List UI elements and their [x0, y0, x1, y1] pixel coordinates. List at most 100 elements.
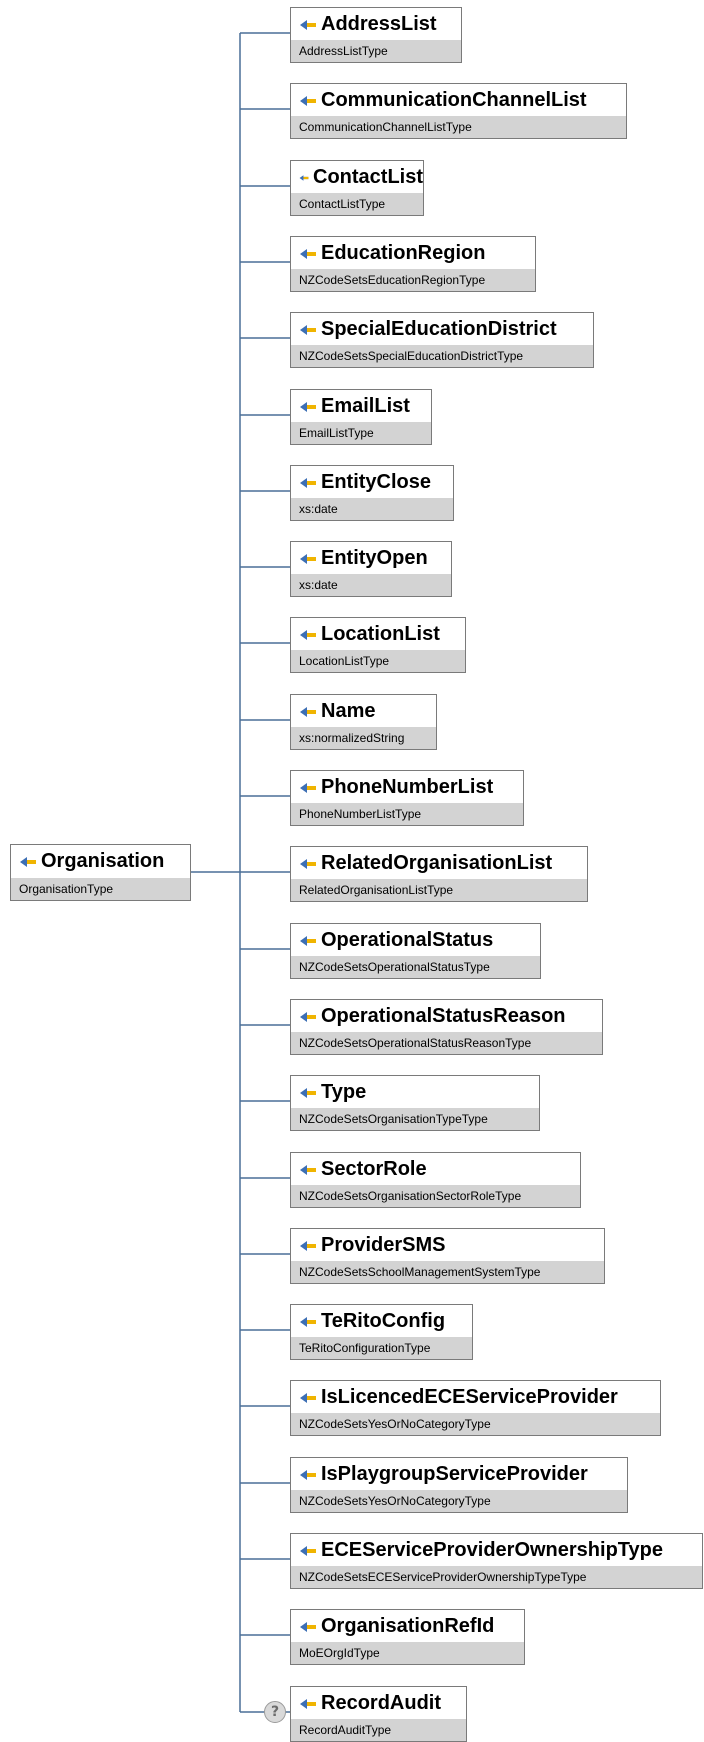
- child-element-header: CommunicationChannelList: [291, 84, 626, 117]
- child-element-header: SpecialEducationDistrict: [291, 313, 593, 346]
- child-element-name: OperationalStatusReason: [321, 1005, 566, 1027]
- child-element-type: CommunicationChannelListType: [291, 116, 626, 138]
- element-icon: [300, 95, 316, 106]
- root-element-header: Organisation: [11, 845, 190, 878]
- child-element-node[interactable]: Type NZCodeSetsOrganisationTypeType: [290, 1075, 540, 1131]
- element-icon: [300, 1621, 316, 1632]
- child-element-type: MoEOrgIdType: [291, 1642, 524, 1664]
- child-element-node[interactable]: TeRitoConfig TeRitoConfigurationType: [290, 1304, 473, 1360]
- child-element-name: CommunicationChannelList: [321, 89, 587, 111]
- child-element-node[interactable]: ProviderSMS NZCodeSetsSchoolManagementSys…: [290, 1228, 605, 1284]
- child-element-name: RelatedOrganisationList: [321, 852, 553, 874]
- child-element-header: OperationalStatusReason: [291, 1000, 602, 1033]
- child-element-type: NZCodeSetsSpecialEducationDistrictType: [291, 345, 593, 367]
- child-element-name: TeRitoConfig: [321, 1310, 446, 1332]
- child-element-node[interactable]: ECEServiceProviderOwnershipType NZCodeSet…: [290, 1533, 703, 1589]
- child-element-node[interactable]: OperationalStatus NZCodeSetsOperationalSt…: [290, 923, 541, 979]
- child-element-name: Type: [321, 1081, 367, 1103]
- child-element-header: ContactList: [291, 161, 423, 194]
- child-element-type: RelatedOrganisationListType: [291, 879, 587, 901]
- element-icon: [300, 401, 316, 412]
- element-icon: [300, 553, 316, 564]
- child-element-type: xs:normalizedString: [291, 727, 436, 749]
- child-element-header: RecordAudit: [291, 1687, 466, 1720]
- child-element-name: ECEServiceProviderOwnershipType: [321, 1539, 663, 1561]
- child-element-header: AddressList: [291, 8, 461, 41]
- element-icon: [300, 1392, 316, 1403]
- child-element-node[interactable]: LocationList LocationListType: [290, 617, 466, 673]
- child-element-name: RecordAudit: [321, 1692, 441, 1714]
- child-element-header: EntityClose: [291, 466, 453, 499]
- child-element-name: PhoneNumberList: [321, 776, 494, 798]
- element-icon: [300, 1469, 316, 1480]
- child-element-type: NZCodeSetsEducationRegionType: [291, 269, 535, 291]
- element-icon: [300, 19, 316, 30]
- child-element-header: OperationalStatus: [291, 924, 540, 957]
- child-element-node[interactable]: OperationalStatusReason NZCodeSetsOperati…: [290, 999, 603, 1055]
- child-element-node[interactable]: SectorRole NZCodeSetsOrganisationSectorRo…: [290, 1152, 581, 1208]
- child-element-header: LocationList: [291, 618, 465, 651]
- child-element-node[interactable]: EmailList EmailListType: [290, 389, 432, 445]
- element-icon: [300, 248, 316, 259]
- child-element-node[interactable]: Name xs:normalizedString: [290, 694, 437, 750]
- child-element-type: EmailListType: [291, 422, 431, 444]
- child-element-name: AddressList: [321, 13, 437, 35]
- child-element-type: NZCodeSetsOrganisationSectorRoleType: [291, 1185, 580, 1207]
- child-element-type: PhoneNumberListType: [291, 803, 523, 825]
- element-icon: [300, 324, 316, 335]
- child-element-name: ProviderSMS: [321, 1234, 446, 1256]
- child-element-name: SectorRole: [321, 1158, 427, 1180]
- child-element-header: SectorRole: [291, 1153, 580, 1186]
- child-element-header: EmailList: [291, 390, 431, 423]
- element-icon: [300, 782, 316, 793]
- child-element-type: NZCodeSetsECEServiceProviderOwnershipTyp…: [291, 1566, 702, 1588]
- child-element-node[interactable]: ContactList ContactListType: [290, 160, 424, 216]
- element-icon: [300, 477, 316, 488]
- child-element-node[interactable]: IsLicencedECEServiceProvider NZCodeSetsYe…: [290, 1380, 661, 1436]
- child-element-type: NZCodeSetsYesOrNoCategoryType: [291, 1490, 627, 1512]
- child-element-name: OrganisationRefId: [321, 1615, 495, 1637]
- element-icon: [20, 856, 36, 867]
- child-element-header: OrganisationRefId: [291, 1610, 524, 1643]
- child-element-node[interactable]: SpecialEducationDistrict NZCodeSetsSpecia…: [290, 312, 594, 368]
- element-icon: [300, 1164, 316, 1175]
- child-element-node[interactable]: EducationRegion NZCodeSetsEducationRegion…: [290, 236, 536, 292]
- child-element-header: ProviderSMS: [291, 1229, 604, 1262]
- element-icon: [300, 1087, 316, 1098]
- element-icon: [300, 935, 316, 946]
- child-element-type: ContactListType: [291, 193, 423, 215]
- child-element-type: RecordAuditType: [291, 1719, 466, 1741]
- element-icon: [300, 629, 316, 640]
- root-element-node[interactable]: Organisation OrganisationType: [10, 844, 191, 901]
- child-element-node[interactable]: OrganisationRefId MoEOrgIdType: [290, 1609, 525, 1665]
- child-element-type: NZCodeSetsYesOrNoCategoryType: [291, 1413, 660, 1435]
- child-element-type: xs:date: [291, 498, 453, 520]
- child-element-node[interactable]: EntityOpen xs:date: [290, 541, 452, 597]
- child-element-header: RelatedOrganisationList: [291, 847, 587, 880]
- optional-indicator-icon: ?: [264, 1701, 286, 1723]
- child-element-node[interactable]: CommunicationChannelList CommunicationCha…: [290, 83, 627, 139]
- root-element-type: OrganisationType: [11, 878, 190, 900]
- child-element-name: EmailList: [321, 395, 410, 417]
- child-element-type: LocationListType: [291, 650, 465, 672]
- child-element-type: NZCodeSetsSchoolManagementSystemType: [291, 1261, 604, 1283]
- child-element-node[interactable]: EntityClose xs:date: [290, 465, 454, 521]
- element-icon: [299, 174, 309, 181]
- child-element-name: OperationalStatus: [321, 929, 494, 951]
- child-element-name: EntityClose: [321, 471, 432, 493]
- child-element-header: EntityOpen: [291, 542, 451, 575]
- element-icon: [300, 706, 316, 717]
- child-element-node[interactable]: IsPlaygroupServiceProvider NZCodeSetsYesO…: [290, 1457, 628, 1513]
- child-element-node[interactable]: RelatedOrganisationList RelatedOrganisati…: [290, 846, 588, 902]
- child-element-type: NZCodeSetsOperationalStatusType: [291, 956, 540, 978]
- child-element-name: LocationList: [321, 623, 440, 645]
- child-element-type: xs:date: [291, 574, 451, 596]
- root-element-name: Organisation: [41, 850, 165, 872]
- child-element-type: NZCodeSetsOperationalStatusReasonType: [291, 1032, 602, 1054]
- child-element-node[interactable]: RecordAudit RecordAuditType: [290, 1686, 467, 1742]
- child-element-name: Name: [321, 700, 376, 722]
- child-element-node[interactable]: PhoneNumberList PhoneNumberListType: [290, 770, 524, 826]
- child-element-node[interactable]: AddressList AddressListType: [290, 7, 462, 63]
- child-element-type: TeRitoConfigurationType: [291, 1337, 472, 1359]
- child-element-name: SpecialEducationDistrict: [321, 318, 557, 340]
